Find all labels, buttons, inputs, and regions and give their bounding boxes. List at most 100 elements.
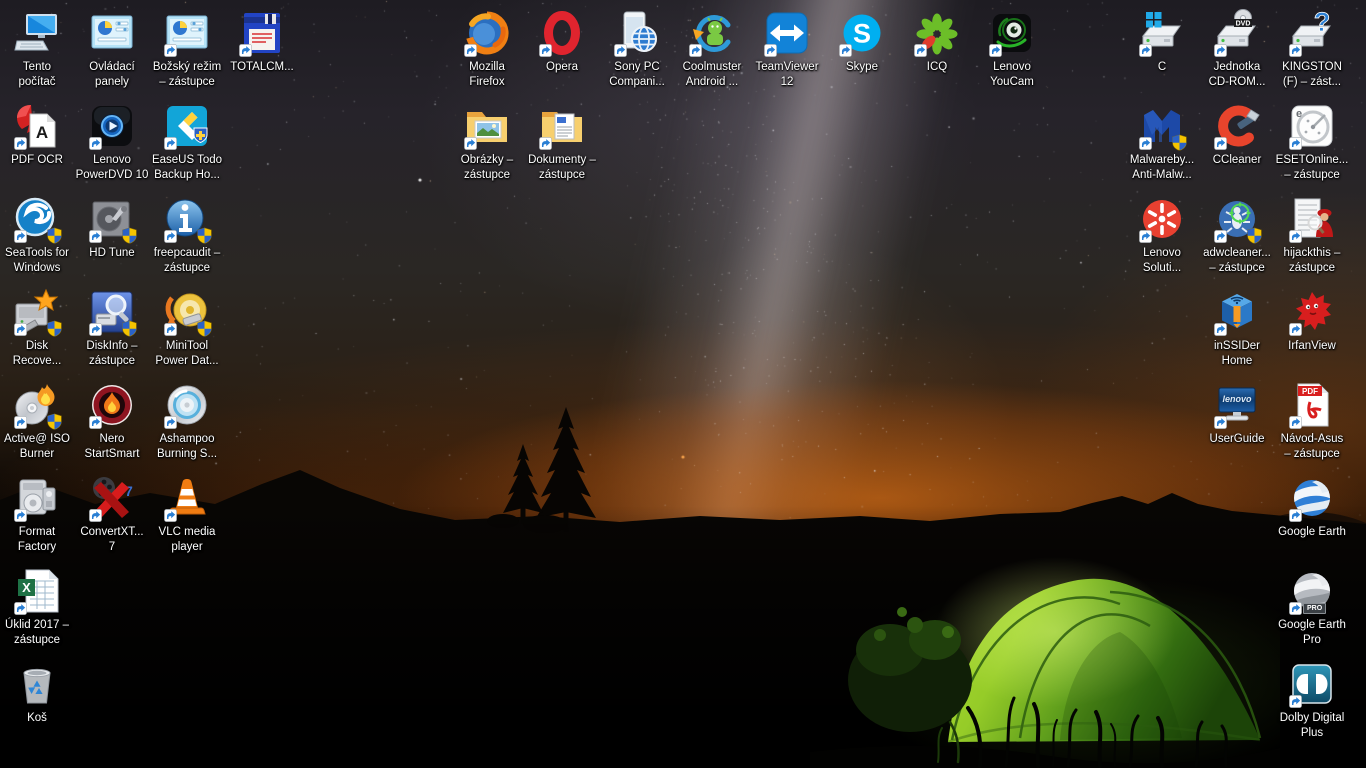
shortcut-arrow-icon [464,44,477,57]
desktop-icon-lenovo-solution[interactable]: Lenovo Soluti... [1120,195,1204,275]
desktop-icon-label: Dokumenty – zástupce [520,153,604,182]
desktop-icon-ccleaner[interactable]: CCleaner [1195,102,1279,168]
diskstar-icon [13,288,61,336]
svg-text:lenovo: lenovo [1222,394,1252,404]
desktop-icon-diskinfo[interactable]: DiskInfo – zástupce [70,288,154,368]
desktop-icon-label: TOTALCM... [220,60,304,75]
desktop-icon-nero-startsmart[interactable]: Nero StartSmart [70,381,154,461]
youcam-icon [988,9,1036,57]
shortcut-arrow-icon [1214,230,1227,243]
desktop-icon-label: Tento počítač [0,60,79,89]
desktop-icon-pdf-ocr[interactable]: A PDF OCR [0,102,79,168]
desktop-icon-convertxtodvd[interactable]: 7 ConvertXT... 7 [70,474,154,554]
shortcut-arrow-icon [14,137,27,150]
opera-icon [538,9,586,57]
desktop-icon-skype[interactable]: S Skype [820,9,904,75]
desktop-icon-totalcmd[interactable]: TOTALCM... [220,9,304,75]
pdfocr-icon: A [13,102,61,150]
desktop-icon-ovladaci-panely[interactable]: Ovládací panely [70,9,154,89]
desktop-icon-easeus-todo-backup[interactable]: EaseUS Todo Backup Ho... [145,102,229,182]
googleearth-icon [1288,474,1336,522]
desktop-icon-adwcleaner[interactable]: adwcleaner... – zástupce [1195,195,1279,275]
seatools-icon [13,195,61,243]
shortcut-arrow-icon [89,230,102,243]
desktop-icon-format-factory[interactable]: Format Factory [0,474,79,554]
desktop-icon-kos[interactable]: Koš [0,660,79,726]
shortcut-arrow-icon [614,44,627,57]
shortcut-arrow-icon [989,44,1002,57]
desktop-icon-active-iso-burner[interactable]: Active@ ISO Burner [0,381,79,461]
uac-shield-icon [1246,227,1263,244]
desktop-icon-uklid-2017[interactable]: X Úklid 2017 – zástupce [0,567,79,647]
malwarebytes-icon [1138,102,1186,150]
desktop-icon-label: Sony PC Compani... [595,60,679,89]
desktop-icon-eset-online[interactable]: e ESETOnline... – zástupce [1270,102,1354,182]
desktop-icon-label: UserGuide [1195,432,1279,447]
formatfactory-icon [13,474,61,522]
desktop-icon-label: MiniTool Power Dat... [145,339,229,368]
desktop-icon-kingston-f[interactable]: ? KINGSTON (F) – zást... [1270,9,1354,89]
desktop-icon-label: Úklid 2017 – zástupce [0,618,79,647]
desktop-icon-label: C [1120,60,1204,75]
shortcut-arrow-icon [89,137,102,150]
desktop-icon-label: IrfanView [1270,339,1354,354]
desktop-icon-disk-recovery[interactable]: Disk Recove... [0,288,79,368]
uac-shield-icon [196,320,213,337]
driveusb-icon: ? [1288,9,1336,57]
desktop-icon-label: freepcaudit – zástupce [145,246,229,275]
desktop-icon-label: Skype [820,60,904,75]
shortcut-arrow-icon [1139,230,1152,243]
desktop-icon-coolmuster-android[interactable]: Coolmuster Android ... [670,9,754,89]
desktop-icon-dolby-digital-plus[interactable]: Dolby Digital Plus [1270,660,1354,740]
desktop-icon-obrazky[interactable]: Obrázky – zástupce [445,102,529,182]
desktop-icon-mozilla-firefox[interactable]: Mozilla Firefox [445,9,529,89]
desktop-icon-icq[interactable]: ICQ [895,9,979,75]
adwcleaner-icon [1213,195,1261,243]
desktop-icon-inssider-home[interactable]: inSSIDer Home [1195,288,1279,368]
info-icon [163,195,211,243]
desktop-icon-navod-asus[interactable]: PDF Návod-Asus – zástupce [1270,381,1354,461]
controlpanel-icon [163,9,211,57]
nero-icon [88,381,136,429]
hdtune-icon [88,195,136,243]
desktop-icon-seatools[interactable]: SeaTools for Windows [0,195,79,275]
desktop-icon-userguide[interactable]: lenovo UserGuide [1195,381,1279,447]
desktop-icon-lenovo-youcam[interactable]: Lenovo YouCam [970,9,1054,89]
uac-shield-icon [46,320,63,337]
eset-icon: e [1288,102,1336,150]
desktop-icon-hijackthis[interactable]: hijackthis – zástupce [1270,195,1354,275]
teamviewer-icon [763,9,811,57]
desktop-icon-jednotka-cdrom[interactable]: DVD Jednotka CD-ROM... [1195,9,1279,89]
shortcut-arrow-icon [14,602,27,615]
desktop-icon-label: Obrázky – zástupce [445,153,529,182]
shortcut-arrow-icon [14,416,27,429]
shortcut-arrow-icon [164,230,177,243]
desktop-icon-drive-c[interactable]: C [1120,9,1204,75]
desktop-icon-label: Jednotka CD-ROM... [1195,60,1279,89]
desktop-icon-opera[interactable]: Opera [520,9,604,75]
desktop-icon-hd-tune[interactable]: HD Tune [70,195,154,261]
uac-shield-icon [121,227,138,244]
desktop-icon-teamviewer-12[interactable]: TeamViewer 12 [745,9,829,89]
desktop-icon-dokumenty[interactable]: Dokumenty – zástupce [520,102,604,182]
shortcut-arrow-icon [1214,416,1227,429]
desktop-icon-label: CCleaner [1195,153,1279,168]
computer-icon [13,9,61,57]
desktop-icon-sony-pc-companion[interactable]: Sony PC Compani... [595,9,679,89]
desktop-icon-google-earth[interactable]: Google Earth [1270,474,1354,540]
desktop-icon-freepcaudit[interactable]: freepcaudit – zástupce [145,195,229,275]
desktop-surface[interactable]: Tento počítač Ovládací panely Božský rež… [0,0,1366,768]
desktop-icon-irfanview[interactable]: IrfanView [1270,288,1354,354]
drivec-icon [1138,9,1186,57]
desktop-icon-lenovo-powerdvd[interactable]: Lenovo PowerDVD 10 [70,102,154,182]
shortcut-arrow-icon [1139,137,1152,150]
desktop-icon-vlc-media-player[interactable]: VLC media player [145,474,229,554]
desktop-icon-malwarebytes[interactable]: Malwareby... Anti-Malw... [1120,102,1204,182]
desktop-icon-minitool-power-data[interactable]: MiniTool Power Dat... [145,288,229,368]
desktop-icon-bozsky-rezim[interactable]: Božský režim – zástupce [145,9,229,89]
desktop-icon-google-earth-pro[interactable]: PRO Google Earth Pro [1270,567,1354,647]
shortcut-arrow-icon [14,230,27,243]
minitool-icon [163,288,211,336]
desktop-icon-ashampoo-burning[interactable]: Ashampoo Burning S... [145,381,229,461]
desktop-icon-tento-pocitac[interactable]: Tento počítač [0,9,79,89]
